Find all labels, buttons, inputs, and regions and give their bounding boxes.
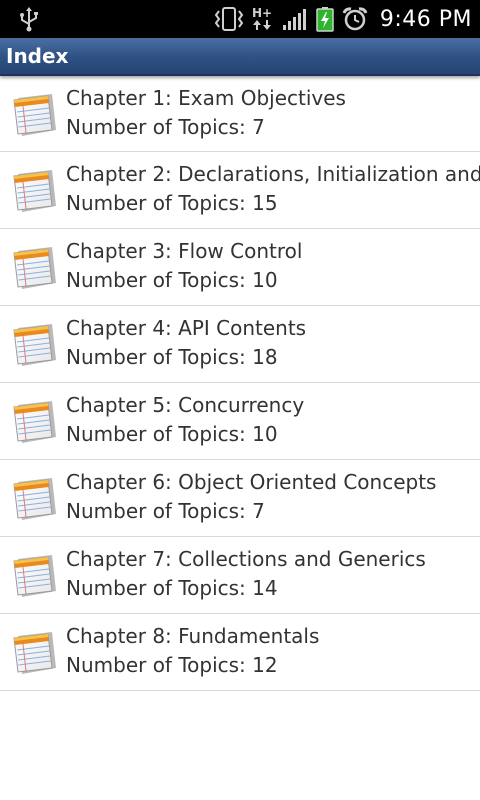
chapter-topic-count: Number of Topics: 7 xyxy=(66,115,265,139)
usb-icon xyxy=(20,7,38,32)
battery-charging-icon xyxy=(316,7,334,32)
chapter-title: Chapter 7: Collections and Generics xyxy=(66,547,426,571)
chapter-topic-count: Number of Topics: 18 xyxy=(66,345,278,369)
signal-strength-icon xyxy=(282,9,306,30)
chapter-list: Chapter 1: Exam Objectives Number of Top… xyxy=(0,76,480,691)
list-item-chapter-2[interactable]: Chapter 2: Declarations, Initialization … xyxy=(0,152,480,229)
hspa-data-icon: H+ xyxy=(252,6,272,30)
chapter-title: Chapter 2: Declarations, Initialization … xyxy=(66,162,480,186)
list-item-chapter-3[interactable]: Chapter 3: Flow Control Number of Topics… xyxy=(0,229,480,306)
chapter-title: Chapter 5: Concurrency xyxy=(66,393,305,417)
chapter-topic-count: Number of Topics: 14 xyxy=(66,576,278,600)
notepad-icon xyxy=(13,247,56,289)
list-item-chapter-5[interactable]: Chapter 5: Concurrency Number of Topics:… xyxy=(0,383,480,460)
chapter-topic-count: Number of Topics: 10 xyxy=(66,268,278,292)
list-item-chapter-4[interactable]: Chapter 4: API Contents Number of Topics… xyxy=(0,306,480,383)
chapter-topic-count: Number of Topics: 7 xyxy=(66,499,265,523)
status-time: 9:46 PM xyxy=(379,6,472,32)
svg-text:H+: H+ xyxy=(252,6,272,20)
chapter-topic-count: Number of Topics: 12 xyxy=(66,653,278,677)
chapter-title: Chapter 3: Flow Control xyxy=(66,239,303,263)
notepad-icon xyxy=(13,324,56,366)
list-item-chapter-8[interactable]: Chapter 8: Fundamentals Number of Topics… xyxy=(0,614,480,691)
notepad-icon xyxy=(13,632,56,674)
status-bar: H+ 9:46 PM xyxy=(0,0,480,38)
page-title: Index xyxy=(6,44,69,68)
notepad-icon xyxy=(13,94,56,136)
notepad-icon xyxy=(13,170,56,212)
list-item-chapter-6[interactable]: Chapter 6: Object Oriented Concepts Numb… xyxy=(0,460,480,537)
list-item-chapter-7[interactable]: Chapter 7: Collections and Generics Numb… xyxy=(0,537,480,614)
chapter-topic-count: Number of Topics: 10 xyxy=(66,422,278,446)
alarm-icon xyxy=(342,7,368,31)
list-item-chapter-1[interactable]: Chapter 1: Exam Objectives Number of Top… xyxy=(0,76,480,152)
chapter-topic-count: Number of Topics: 15 xyxy=(66,191,278,215)
chapter-title: Chapter 8: Fundamentals xyxy=(66,624,320,648)
chapter-title: Chapter 1: Exam Objectives xyxy=(66,86,346,110)
chapter-title: Chapter 4: API Contents xyxy=(66,316,307,340)
notepad-icon xyxy=(13,555,56,597)
vibrate-icon xyxy=(214,7,244,31)
notepad-icon xyxy=(13,401,56,443)
chapter-title: Chapter 6: Object Oriented Concepts xyxy=(66,470,437,494)
notepad-icon xyxy=(13,478,56,520)
title-bar: Index xyxy=(0,38,480,76)
